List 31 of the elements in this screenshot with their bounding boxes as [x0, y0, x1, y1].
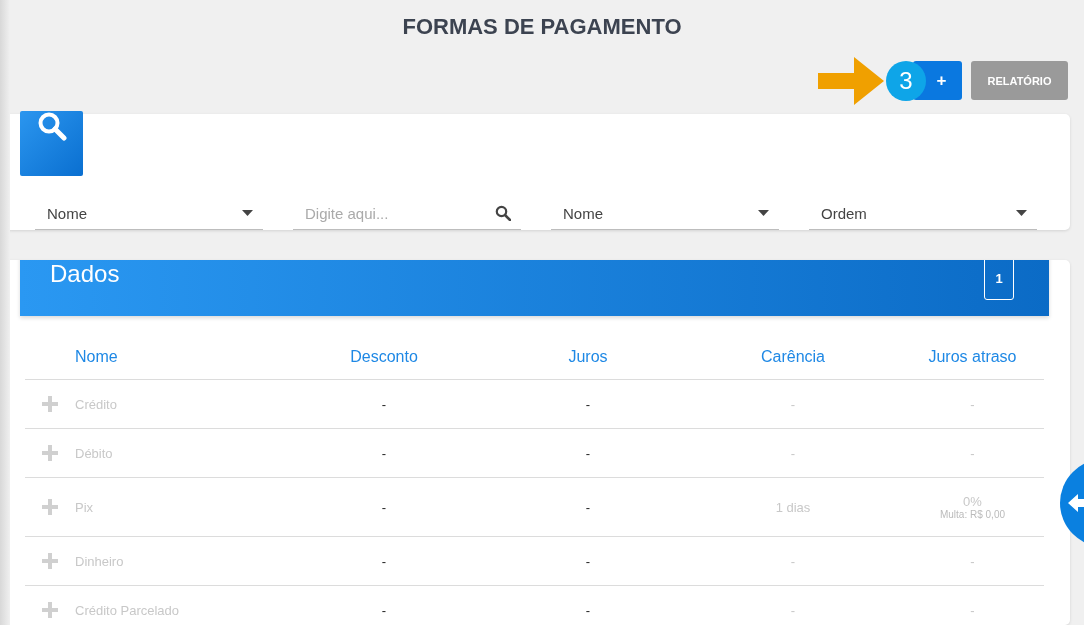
select-field[interactable]: Nome — [35, 197, 263, 230]
search-field[interactable]: Digite aqui... — [305, 204, 495, 222]
step-badge: 3 — [886, 60, 926, 101]
table-cell-text: - — [380, 602, 388, 618]
column-header: Juros atraso — [927, 348, 1018, 366]
table-cell-text: - — [969, 553, 976, 569]
page-button[interactable]: 1 — [984, 260, 1014, 300]
select-field[interactable]: Ordem — [809, 197, 1037, 230]
table-cell-text: - — [969, 445, 976, 461]
page-title: FORMAS DE PAGAMENTO — [401, 13, 683, 41]
column-header: Carência — [760, 348, 826, 366]
table-cell-text: - — [380, 445, 388, 461]
table-cell-text: - — [380, 499, 388, 515]
table-cell-text: - — [584, 553, 592, 569]
table-cell-text: - — [969, 396, 976, 412]
table-cell-text: - — [380, 553, 388, 569]
column-header: Nome — [75, 348, 119, 366]
table-cell-text: - — [380, 396, 388, 412]
column-header: Juros — [567, 348, 609, 366]
table-cell-text: - — [584, 445, 592, 461]
table-cell-text: - — [789, 396, 797, 412]
table-cell-text: - — [789, 602, 797, 618]
column-header: Desconto — [349, 348, 419, 366]
table-cell-text: - — [789, 445, 797, 461]
table-cell-text: - — [584, 499, 592, 515]
table-cell-text: - — [584, 396, 592, 412]
table-cell-text: - — [789, 553, 797, 569]
table-cell-text: - — [969, 602, 976, 618]
select-field[interactable]: Nome — [551, 197, 779, 230]
panel-title: Dados — [50, 260, 120, 288]
table-cell-text: - — [584, 602, 592, 618]
